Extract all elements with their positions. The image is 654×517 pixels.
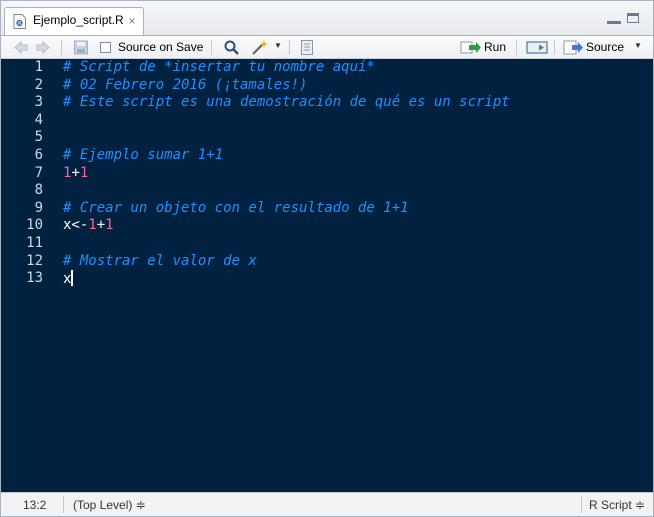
toolbar-separator [211,40,212,55]
scope-selector[interactable]: (Top Level) ≑ [73,498,146,512]
status-separator [63,496,64,513]
code-line: x [63,270,74,288]
code-comment: # Ejemplo sumar 1+1 [63,147,224,163]
code-line: # Mostrar el valor de x [63,253,257,270]
chevron-down-icon[interactable]: ▼ [274,41,282,50]
code-token: + [71,164,80,181]
line-number: 13 [26,270,43,287]
line-number: 7 [34,164,43,181]
close-icon[interactable]: × [126,15,138,27]
file-type-selector[interactable]: R Script ≑ [589,498,645,512]
re-run-icon[interactable] [526,39,548,56]
code-editor[interactable]: 1 2 3 4 5 6 7 8 9 10 11 12 13 # Script de *insertar … [1,59,653,492]
source-editor-window: R Ejemplo_script.R × Source on Save ▼ Ru… [0,0,654,517]
code-comment: # Crear un objeto con el resultado de 1+… [63,199,409,216]
code-line: x<-1+1 [63,217,114,234]
r-file-icon: R [13,14,26,29]
source-on-save-checkbox[interactable] [100,42,111,53]
line-number: 3 [34,94,43,111]
tab-title: Ejemplo_script.R [33,13,124,27]
source-on-save-label: Source on Save [118,40,204,54]
code-number: 1 [88,217,97,234]
code-number: 1 [79,164,89,181]
toolbar-separator [516,40,517,55]
tab-ejemplo-script[interactable]: R Ejemplo_script.R × [4,7,144,35]
line-number: 5 [34,129,43,146]
code-line: # Crear un objeto con el resultado de 1+… [63,200,409,217]
code-comment: # 02 Febrero 2016 (¡tamales!) [63,76,308,93]
compile-report-icon[interactable] [299,39,315,56]
run-button[interactable]: Run [484,40,506,54]
forward-arrow-icon[interactable] [35,39,51,56]
line-number: 6 [34,147,43,163]
code-line: # Ejemplo sumar 1+1 [63,147,223,164]
text-cursor [71,270,74,287]
line-number: 4 [34,111,43,128]
line-number-gutter: 1 2 3 4 5 6 7 8 9 10 11 12 13 [1,59,51,492]
code-token: x<- [63,217,89,234]
code-number: 1 [105,217,114,234]
line-number: 1 [34,59,43,75]
code-line: # Script de *insertar tu nombre aquí* [63,59,375,76]
code-token: + [96,217,106,234]
magic-wand-icon[interactable] [251,39,271,56]
back-arrow-icon[interactable] [13,39,29,56]
line-number: 2 [34,76,43,93]
line-number: 8 [34,182,43,199]
maximize-pane-icon[interactable] [627,13,639,23]
toolbar-separator [61,40,62,55]
search-icon[interactable] [223,39,240,56]
toolbar-separator [289,40,290,55]
line-number: 10 [26,217,43,234]
source-button[interactable]: Source [586,40,624,54]
code-token: x [63,271,72,288]
code-line: # 02 Febrero 2016 (¡tamales!) [63,77,307,94]
code-comment: # Este script es una demostración de qué… [63,94,510,111]
svg-text:R: R [18,21,22,27]
status-separator [581,496,582,513]
tab-strip: R Ejemplo_script.R × [1,1,653,35]
code-line: 1+1 [63,165,88,182]
line-number: 9 [34,199,43,216]
toolbar-separator [554,40,555,55]
save-icon[interactable] [73,39,89,56]
code-line: # Este script es una demostración de qué… [63,94,510,111]
code-comment: # Script de *insertar tu nombre aquí* [63,59,375,75]
source-icon[interactable] [563,39,585,56]
status-bar: 13:2 (Top Level) ≑ R Script ≑ [1,492,653,516]
line-number: 11 [26,235,43,251]
chevron-down-icon[interactable]: ▼ [634,41,642,50]
cursor-position: 13:2 [23,498,47,512]
minimize-pane-icon[interactable] [607,21,621,24]
line-number: 12 [26,252,43,269]
code-comment: # Mostrar el valor de x [63,252,257,269]
editor-toolbar: Source on Save ▼ Run Source ▼ [1,35,653,59]
run-icon[interactable] [460,39,482,56]
